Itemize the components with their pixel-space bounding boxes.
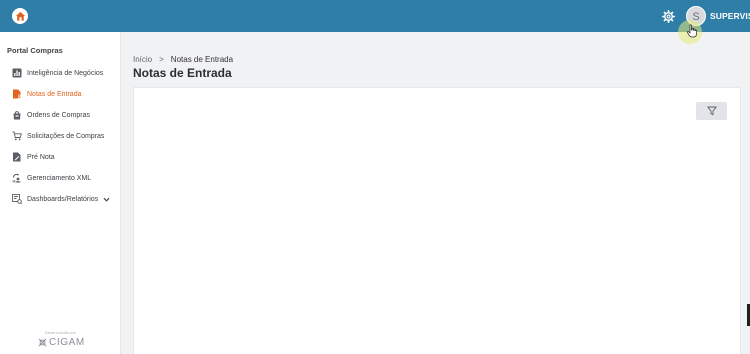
house-icon	[15, 11, 25, 21]
page-title: Notas de Entrada	[133, 66, 232, 80]
sidebar-item-label: Pré Nota	[27, 153, 55, 161]
gear-icon[interactable]	[662, 10, 675, 23]
document-edit-icon	[13, 152, 21, 162]
bar-chart-icon	[12, 68, 22, 78]
content-panel	[133, 87, 741, 354]
cigam-mark-icon	[38, 338, 47, 347]
sidebar-item-label: Dashboards/Relatórios	[27, 195, 99, 203]
sidebar-item-gerenciamento-xml[interactable]: Gerenciamento XML	[0, 169, 121, 187]
house-logo-icon[interactable]	[12, 8, 28, 24]
dashboard-report-icon	[12, 194, 22, 204]
sidebar-item-notas-entrada[interactable]: Notas de Entrada	[0, 85, 121, 103]
brand-name: CIGAM	[49, 337, 85, 348]
breadcrumb-current: Notas de Entrada	[170, 55, 234, 64]
sidebar-item-ordens-compras[interactable]: Ordens de Compras	[0, 106, 121, 124]
sidebar: Portal Compras Inteligência de Negócios …	[0, 32, 121, 354]
filter-icon	[706, 106, 717, 116]
powered-by-label: Desenvolvido por	[45, 330, 76, 335]
sidebar-item-label: Ordens de Compras	[27, 111, 91, 119]
sync-xml-icon	[12, 173, 21, 183]
chevron-down-icon[interactable]	[103, 196, 110, 203]
sidebar-item-label: Solicitações de Compras	[27, 132, 105, 140]
sidebar-item-label: Gerenciamento XML	[27, 174, 92, 182]
sidebar-item-dashboards-relatorios[interactable]: Dashboards/Relatórios	[0, 190, 121, 208]
sidebar-item-pre-nota[interactable]: Pré Nota	[0, 148, 121, 166]
breadcrumb-home-link[interactable]: Início	[133, 55, 152, 64]
top-bar: S SUPERVISOR	[0, 0, 750, 32]
cart-icon	[12, 131, 22, 141]
cigam-logo: CIGAM	[38, 337, 85, 348]
shopping-bag-icon	[13, 111, 21, 120]
filter-button[interactable]	[696, 102, 727, 120]
sidebar-item-solicitacoes-compras[interactable]: Solicitações de Compras	[0, 127, 121, 145]
sidebar-item-inteligencia-negocios[interactable]: Inteligência de Negócios	[0, 64, 121, 82]
sidebar-item-label: Notas de Entrada	[27, 90, 82, 98]
sidebar-item-label: Inteligência de Negócios	[27, 69, 104, 77]
username-label[interactable]: SUPERVISOR	[710, 11, 750, 21]
document-person-icon	[13, 89, 21, 99]
breadcrumb-separator: >	[159, 55, 164, 64]
breadcrumb: Início > Notas de Entrada	[133, 55, 233, 64]
hand-cursor-icon	[686, 24, 697, 38]
sidebar-title: Portal Compras	[7, 46, 63, 55]
